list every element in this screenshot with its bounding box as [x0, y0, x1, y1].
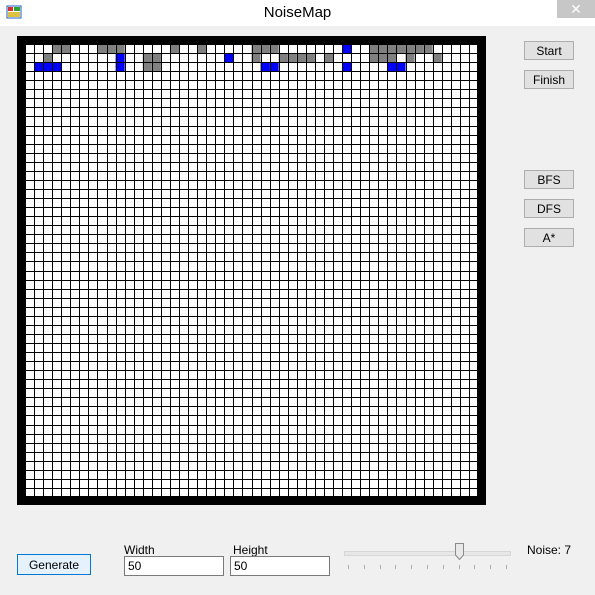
- width-label: Width: [124, 543, 155, 557]
- slider-tick: [506, 565, 507, 569]
- slider-tick: [348, 565, 349, 569]
- water-tile[interactable]: [387, 62, 397, 72]
- slider-tick: [379, 565, 381, 569]
- noise-value-label: Noise: 7: [527, 543, 572, 557]
- noise-slider-track: [344, 551, 511, 556]
- slider-tick: [427, 565, 428, 569]
- close-icon: ✕: [570, 0, 582, 17]
- window-title: NoiseMap: [263, 4, 332, 21]
- water-tile[interactable]: [396, 62, 406, 72]
- noise-slider-thumb[interactable]: [454, 543, 464, 560]
- slider-tick: [411, 565, 413, 569]
- slider-tick: [458, 565, 460, 569]
- noise-slider[interactable]: [342, 540, 512, 570]
- water-tile[interactable]: [342, 44, 352, 54]
- height-input[interactable]: [230, 556, 330, 576]
- wall-tile[interactable]: [151, 53, 161, 63]
- wall-tile[interactable]: [52, 44, 62, 54]
- wall-tile[interactable]: [296, 53, 306, 63]
- wall-tile[interactable]: [369, 44, 379, 54]
- wall-tile[interactable]: [287, 53, 297, 63]
- wall-tile[interactable]: [142, 62, 152, 72]
- close-button[interactable]: ✕: [557, 0, 595, 18]
- water-tile[interactable]: [342, 62, 352, 72]
- noise-map-canvas[interactable]: [17, 36, 486, 505]
- wall-tile[interactable]: [323, 53, 334, 63]
- slider-tick: [395, 565, 397, 569]
- wall-tile[interactable]: [369, 53, 379, 63]
- water-tile[interactable]: [34, 62, 44, 72]
- wall-tile[interactable]: [197, 44, 207, 54]
- water-tile[interactable]: [43, 62, 53, 72]
- water-tile[interactable]: [52, 62, 62, 72]
- height-label: Height: [233, 543, 268, 557]
- slider-tick: [474, 565, 476, 569]
- wall-tile[interactable]: [278, 53, 288, 63]
- bfs-button[interactable]: BFS: [524, 170, 574, 189]
- wall-tile[interactable]: [43, 53, 53, 63]
- slider-tick: [363, 565, 365, 569]
- water-tile[interactable]: [224, 53, 234, 63]
- wall-tile[interactable]: [387, 44, 397, 54]
- astar-button[interactable]: A*: [524, 228, 574, 247]
- map-background: [25, 44, 478, 497]
- wall-tile[interactable]: [169, 44, 180, 54]
- wall-tile[interactable]: [387, 53, 397, 63]
- wall-tile[interactable]: [396, 44, 406, 54]
- finish-button[interactable]: Finish: [524, 70, 574, 89]
- wall-tile[interactable]: [61, 44, 71, 54]
- map-grid[interactable]: [25, 44, 478, 497]
- start-button[interactable]: Start: [524, 41, 574, 60]
- wall-tile[interactable]: [432, 53, 442, 63]
- wall-tile[interactable]: [305, 53, 315, 63]
- slider-tick: [442, 565, 444, 569]
- title-bar: NoiseMap ✕: [0, 0, 595, 26]
- generate-button[interactable]: Generate: [17, 554, 91, 575]
- wall-tile[interactable]: [378, 44, 388, 54]
- width-input[interactable]: [124, 556, 224, 576]
- wall-tile[interactable]: [151, 62, 161, 72]
- wall-tile[interactable]: [142, 53, 152, 63]
- wall-tile[interactable]: [97, 44, 107, 54]
- slider-tick: [490, 565, 492, 569]
- dfs-button[interactable]: DFS: [524, 199, 574, 218]
- wall-tile[interactable]: [378, 53, 388, 63]
